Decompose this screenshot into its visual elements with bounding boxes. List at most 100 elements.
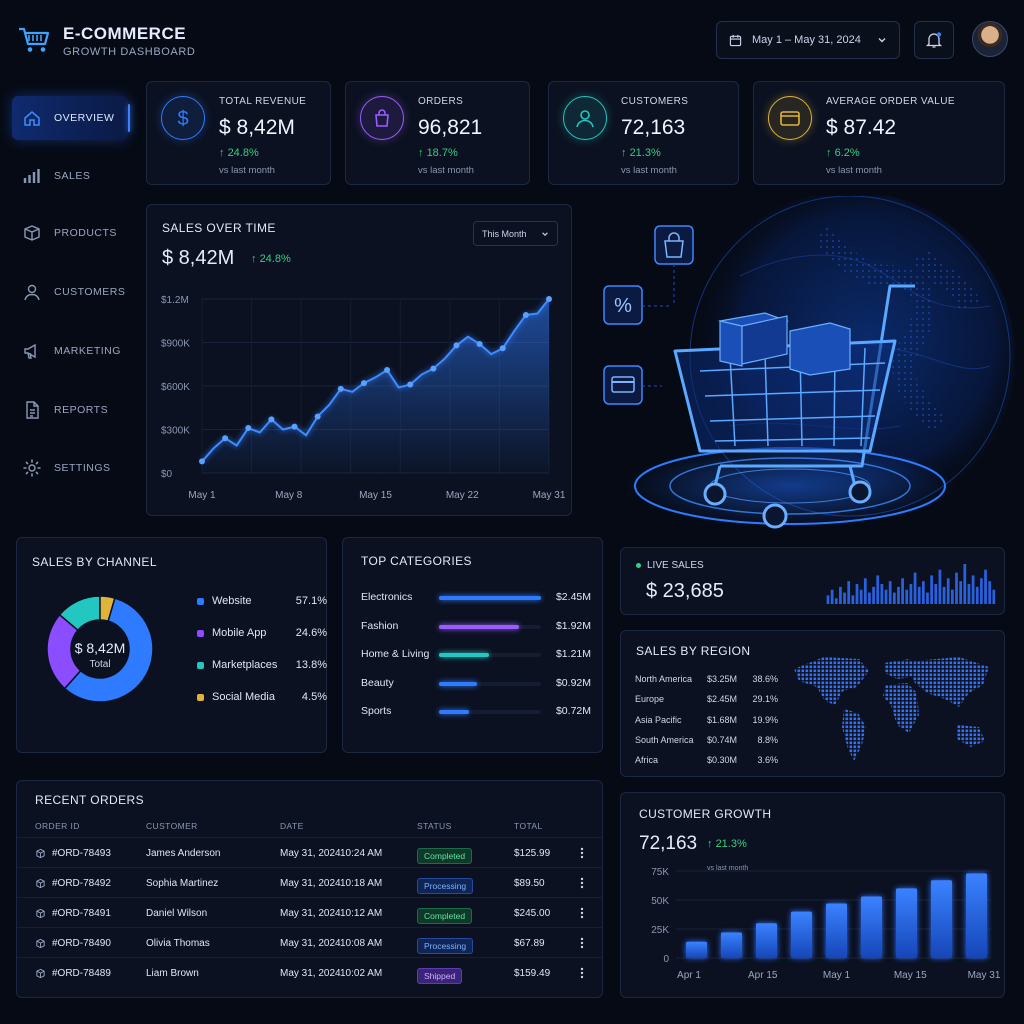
category-row: Electronics $2.45M <box>361 591 591 605</box>
kpi-card-customers: CUSTOMERS 72,163 ↑ 21.3% vs last month <box>548 81 739 185</box>
region-percent: 38.6% <box>752 674 778 684</box>
live-spark-bar <box>897 586 900 604</box>
more-options-icon[interactable] <box>580 877 584 889</box>
live-sales-value: $ 23,685 <box>646 580 724 602</box>
sidebar-item-label: SALES <box>54 170 91 182</box>
order-time: 10:12 AM <box>340 908 383 919</box>
user-avatar[interactable] <box>972 21 1008 57</box>
sidebar-item-reports[interactable]: REPORTS <box>12 388 128 432</box>
live-spark-bar <box>917 586 921 604</box>
category-bar-fill <box>439 624 519 629</box>
table-row[interactable]: #ORD-78489 Liam Brown May 31, 2024 10:02 AM… <box>17 957 602 987</box>
sales-over-time-change: ↑ 24.8% <box>251 253 291 265</box>
bag-float-icon <box>654 225 694 265</box>
more-options-icon[interactable] <box>580 967 584 979</box>
kpi-card-total-revenue: $ TOTAL REVENUE $ 8,42M ↑ 24.8% vs last mont… <box>146 81 331 185</box>
sidebar-item-products[interactable]: PRODUCTS <box>12 211 128 255</box>
period-dropdown[interactable]: This Month <box>473 221 558 246</box>
sidebar-item-customers[interactable]: CUSTOMERS <box>12 270 128 314</box>
x-tick-label: May 31 <box>533 490 566 501</box>
kpi-value: $ 8,42M <box>219 116 295 139</box>
legend-label: Website <box>212 595 252 607</box>
percent-float-icon: % <box>603 285 643 325</box>
notifications-button[interactable] <box>914 21 954 59</box>
live-spark-bar <box>963 564 967 604</box>
growth-bar <box>966 873 987 958</box>
order-date: May 31, 2024 <box>280 938 341 949</box>
legend-item-website: Website 57.1% <box>197 595 327 607</box>
category-value: $2.45M <box>555 591 591 603</box>
kpi-icon-badge <box>563 96 607 140</box>
user-icon <box>24 284 40 301</box>
sidebar-item-overview[interactable]: OVERVIEW <box>12 96 130 140</box>
period-dropdown-label: This Month <box>482 228 527 239</box>
region-percent: 8.8% <box>757 734 778 745</box>
kpi-change-value: 18.7% <box>426 147 458 159</box>
live-spark-bar <box>851 595 855 604</box>
live-spark-bar <box>847 581 851 604</box>
y-tick-label: $600K <box>161 382 190 393</box>
category-row: Beauty $0.92M <box>361 677 591 691</box>
legend-value: 57.1% <box>295 595 327 607</box>
order-box-icon <box>36 878 45 889</box>
live-sales-card: LIVE SALES $ 23,685 <box>620 547 1005 615</box>
region-percent: 3.6% <box>757 755 778 766</box>
growth-bar <box>826 903 847 958</box>
table-row[interactable]: #ORD-78493 James Anderson May 31, 2024 10:2… <box>17 837 602 867</box>
column-header-order-id: ORDER ID <box>35 821 80 831</box>
x-tick-label: May 8 <box>275 490 303 501</box>
document-icon <box>26 401 39 419</box>
legend-item-mobile-app: Mobile App 24.6% <box>197 627 327 639</box>
live-spark-bar <box>876 575 880 604</box>
sales-point <box>245 425 252 432</box>
live-spark-bar <box>892 592 896 604</box>
category-bar-fill <box>439 596 541 600</box>
y-tick-label: 0 <box>663 954 669 965</box>
category-name: Fashion <box>361 619 399 632</box>
live-spark-bar <box>884 589 888 604</box>
customer-growth-card: CUSTOMER GROWTH 72,163 ↑ 21.3% vs last m… <box>620 792 1005 998</box>
category-name: Beauty <box>361 676 394 689</box>
more-options-icon[interactable] <box>580 907 584 919</box>
sidebar-item-settings[interactable]: SETTINGS <box>12 446 128 490</box>
x-tick-label: May 15 <box>359 490 392 501</box>
user-icon <box>576 110 594 128</box>
top-categories-title: TOP CATEGORIES <box>361 554 472 568</box>
region-percent: 19.9% <box>752 714 778 725</box>
date-range-picker[interactable]: May 1 – May 31, 2024 <box>716 21 900 59</box>
order-total: $67.89 <box>514 938 545 949</box>
kpi-label: AVERAGE ORDER VALUE <box>826 96 955 107</box>
live-spark-bar <box>984 569 987 604</box>
order-box-icon <box>36 968 45 979</box>
sidebar-item-sales[interactable]: SALES <box>12 154 128 198</box>
region-name: South America <box>635 734 694 745</box>
live-spark-bar <box>859 589 863 604</box>
table-row[interactable]: #ORD-78492 Sophia Martinez May 31, 2024 10:… <box>17 867 602 897</box>
kpi-label: TOTAL REVENUE <box>219 96 307 107</box>
live-spark-bar <box>938 569 942 604</box>
growth-bar <box>721 932 742 958</box>
table-row[interactable]: #ORD-78491 Daniel Wilson May 31, 2024 10:12… <box>17 897 602 927</box>
region-percent: 29.1% <box>752 694 778 705</box>
order-total: $245.00 <box>514 908 551 919</box>
chevron-down-icon <box>542 231 548 236</box>
table-row[interactable]: #ORD-78490 Olivia Thomas May 31, 2024 10:08… <box>17 927 602 957</box>
sales-point <box>384 367 391 374</box>
more-options-icon[interactable] <box>580 937 584 949</box>
sidebar-item-marketing[interactable]: MARKETING <box>12 329 128 373</box>
donut-center-value: $ 8,42M <box>74 640 126 656</box>
more-options-icon[interactable] <box>580 847 584 859</box>
sales-point <box>546 296 552 302</box>
y-tick-label: 25K <box>651 925 669 936</box>
legend-value: 13.8% <box>295 659 327 671</box>
sales-point <box>222 435 229 442</box>
category-value: $0.92M <box>555 676 591 689</box>
sales-point <box>268 416 275 423</box>
category-name: Home & Living <box>361 648 430 660</box>
sales-point <box>314 413 321 420</box>
growth-bar <box>756 923 777 958</box>
category-value: $0.72M <box>555 705 591 717</box>
sales-point <box>407 381 414 388</box>
region-name: North America <box>635 674 693 684</box>
order-date: May 31, 2024 <box>280 968 341 979</box>
